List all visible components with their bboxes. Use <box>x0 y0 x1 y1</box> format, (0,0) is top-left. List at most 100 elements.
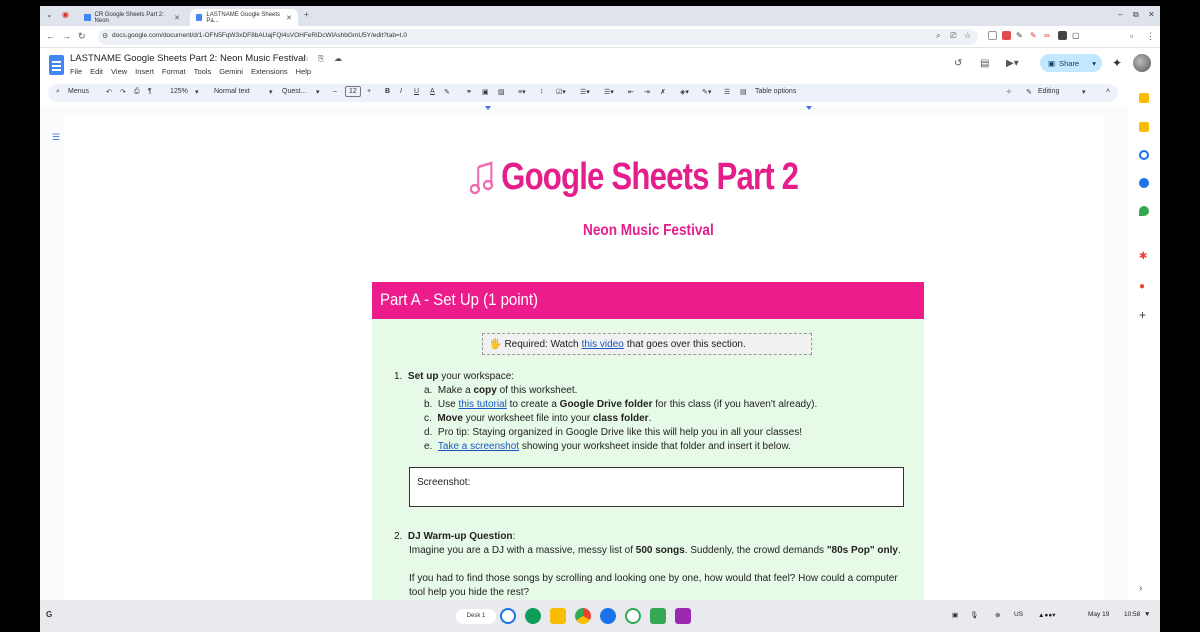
sheets-app-icon[interactable] <box>650 608 666 624</box>
clock[interactable]: 10:58 <box>1124 611 1140 618</box>
font-size-input[interactable]: 12 <box>345 86 361 97</box>
avatar[interactable] <box>1133 54 1151 72</box>
border-dash-icon[interactable]: ▤ <box>740 88 747 96</box>
chevron-down-icon[interactable]: ▾ <box>1092 59 1096 68</box>
extension-pen-icon[interactable]: ✎ <box>1016 31 1025 40</box>
share-button[interactable]: ▣ Share ▾ <box>1040 54 1102 72</box>
extension-link-icon[interactable]: ∞ <box>1044 31 1053 40</box>
document-outline-icon[interactable]: ☰ <box>52 132 60 143</box>
gemini-icon[interactable]: ✦ <box>1112 56 1122 70</box>
menu-view[interactable]: View <box>111 67 127 76</box>
minimize-icon[interactable]: – <box>1118 10 1122 19</box>
font-select[interactable]: Quest... <box>282 88 307 95</box>
menu-edit[interactable]: Edit <box>90 67 103 76</box>
screenshot-link[interactable]: Take a screenshot <box>438 441 519 452</box>
extension-red-icon[interactable] <box>1002 31 1011 40</box>
slides-app-icon[interactable] <box>550 608 566 624</box>
profile-icon[interactable]: ▫ <box>1130 31 1133 41</box>
desk-switcher[interactable]: Desk 1 <box>456 609 496 624</box>
comments-icon[interactable]: ▤ <box>980 58 989 69</box>
mode-select[interactable]: Editing <box>1038 88 1059 95</box>
extension-shield-icon[interactable] <box>988 31 997 40</box>
phone-app-icon[interactable] <box>500 608 516 624</box>
launcher-icon[interactable]: G <box>46 610 52 619</box>
undo-icon[interactable]: ↶ <box>106 88 112 96</box>
extension-marker-icon[interactable]: ✎ <box>1030 31 1039 40</box>
chevron-down-icon[interactable]: ▾ <box>269 88 273 96</box>
zoom-select[interactable]: 125% <box>170 88 188 95</box>
decrease-font-icon[interactable]: – <box>333 88 337 95</box>
cast-icon[interactable]: ⎚ <box>950 31 956 41</box>
assignments-app-icon[interactable] <box>675 608 691 624</box>
table-options-button[interactable]: Table options <box>755 88 796 95</box>
menu-insert[interactable]: Insert <box>135 67 154 76</box>
zoom-icon[interactable]: ⌕ <box>936 31 940 41</box>
cell-fill-icon[interactable]: ◈▾ <box>680 88 689 96</box>
date-label[interactable]: May 19 <box>1088 611 1109 618</box>
close-window-icon[interactable]: ✕ <box>1148 10 1155 19</box>
star-icon[interactable]: ☆ <box>302 54 309 63</box>
document-title[interactable]: LASTNAME Google Sheets Part 2: Neon Musi… <box>70 53 306 64</box>
menu-file[interactable]: File <box>70 67 82 76</box>
files-app-icon[interactable] <box>600 608 616 624</box>
insert-image-icon[interactable]: ▨ <box>498 88 505 96</box>
increase-indent-icon[interactable]: ⇥ <box>644 88 650 96</box>
move-folder-icon[interactable]: ⎘ <box>318 54 324 64</box>
italic-icon[interactable]: I <box>400 88 402 95</box>
pencil-icon[interactable]: ✎ <box>1026 88 1032 96</box>
tab-search-icon[interactable]: ⌄ <box>46 10 53 19</box>
tab-cr-google-sheets[interactable]: CR Google Sheets Part 2: Neon ✕ <box>78 9 186 26</box>
back-icon[interactable]: ← <box>46 31 55 41</box>
new-tab-icon[interactable]: + <box>304 10 309 19</box>
video-link[interactable]: this video <box>582 339 624 350</box>
forward-icon[interactable]: → <box>62 31 71 41</box>
bold-icon[interactable]: B <box>385 88 390 95</box>
decrease-indent-icon[interactable]: ⇤ <box>628 88 634 96</box>
border-color-icon[interactable]: ✎▾ <box>702 88 711 96</box>
underline-icon[interactable]: U <box>414 88 419 95</box>
classroom-app-icon[interactable] <box>525 608 541 624</box>
reload-icon[interactable]: ↻ <box>78 31 86 42</box>
status-icons[interactable]: ▲●●▾ <box>1038 611 1056 619</box>
calendar-icon[interactable] <box>1139 93 1149 103</box>
chevron-down-icon[interactable]: ▾ <box>316 88 320 96</box>
extension-box-icon[interactable]: ▢ <box>1072 31 1081 40</box>
clear-formatting-icon[interactable]: ✗ <box>660 88 666 96</box>
get-addons-icon[interactable]: + <box>1139 309 1149 321</box>
left-indent-marker[interactable] <box>485 106 491 110</box>
chevron-down-icon[interactable]: ▾ <box>195 88 199 96</box>
collapse-toolbar-icon[interactable]: ˄ <box>1106 88 1110 95</box>
restore-icon[interactable]: ⧉ <box>1133 10 1139 20</box>
docs-logo-icon[interactable] <box>49 55 64 75</box>
menu-help[interactable]: Help <box>296 67 311 76</box>
border-width-icon[interactable]: ☰ <box>724 88 730 96</box>
chevron-down-icon[interactable]: ▾ <box>1082 88 1086 96</box>
browser-menu-icon[interactable]: ⋮ <box>1146 31 1155 42</box>
paint-format-icon[interactable]: ¶ <box>148 88 152 95</box>
expand-panel-icon[interactable]: › <box>1139 584 1149 594</box>
keep-icon[interactable] <box>1139 122 1149 132</box>
style-select[interactable]: Normal text <box>214 88 250 95</box>
highlight-icon[interactable]: ✎ <box>444 88 450 96</box>
play-store-icon[interactable] <box>625 608 641 624</box>
checklist-icon[interactable]: ☑▾ <box>556 88 566 96</box>
microphone-addon-icon[interactable]: ● <box>1139 282 1149 292</box>
wifi-icon[interactable]: ▼ <box>1144 611 1150 618</box>
numbered-list-icon[interactable]: ☰▾ <box>604 88 614 96</box>
menu-tools[interactable]: Tools <box>194 67 212 76</box>
version-history-icon[interactable]: ↺ <box>954 58 962 69</box>
menu-gemini[interactable]: Gemini <box>219 67 243 76</box>
input-locale[interactable]: US <box>1014 611 1023 618</box>
stop-icon[interactable]: ⊗ <box>995 611 1000 619</box>
print-icon[interactable]: ⎙ <box>134 88 140 96</box>
insert-link-icon[interactable]: ⚭ <box>466 88 472 96</box>
tasks-icon[interactable] <box>1139 150 1149 160</box>
cloud-saved-icon[interactable]: ☁ <box>334 54 342 63</box>
bulleted-list-icon[interactable]: ☰▾ <box>580 88 590 96</box>
site-info-icon[interactable]: ⚙ <box>102 32 108 40</box>
right-indent-marker[interactable] <box>806 106 812 110</box>
increase-font-icon[interactable]: + <box>367 88 371 95</box>
text-color-icon[interactable]: A <box>430 88 435 95</box>
recording-icon[interactable]: ◉ <box>62 10 69 19</box>
menu-format[interactable]: Format <box>162 67 186 76</box>
